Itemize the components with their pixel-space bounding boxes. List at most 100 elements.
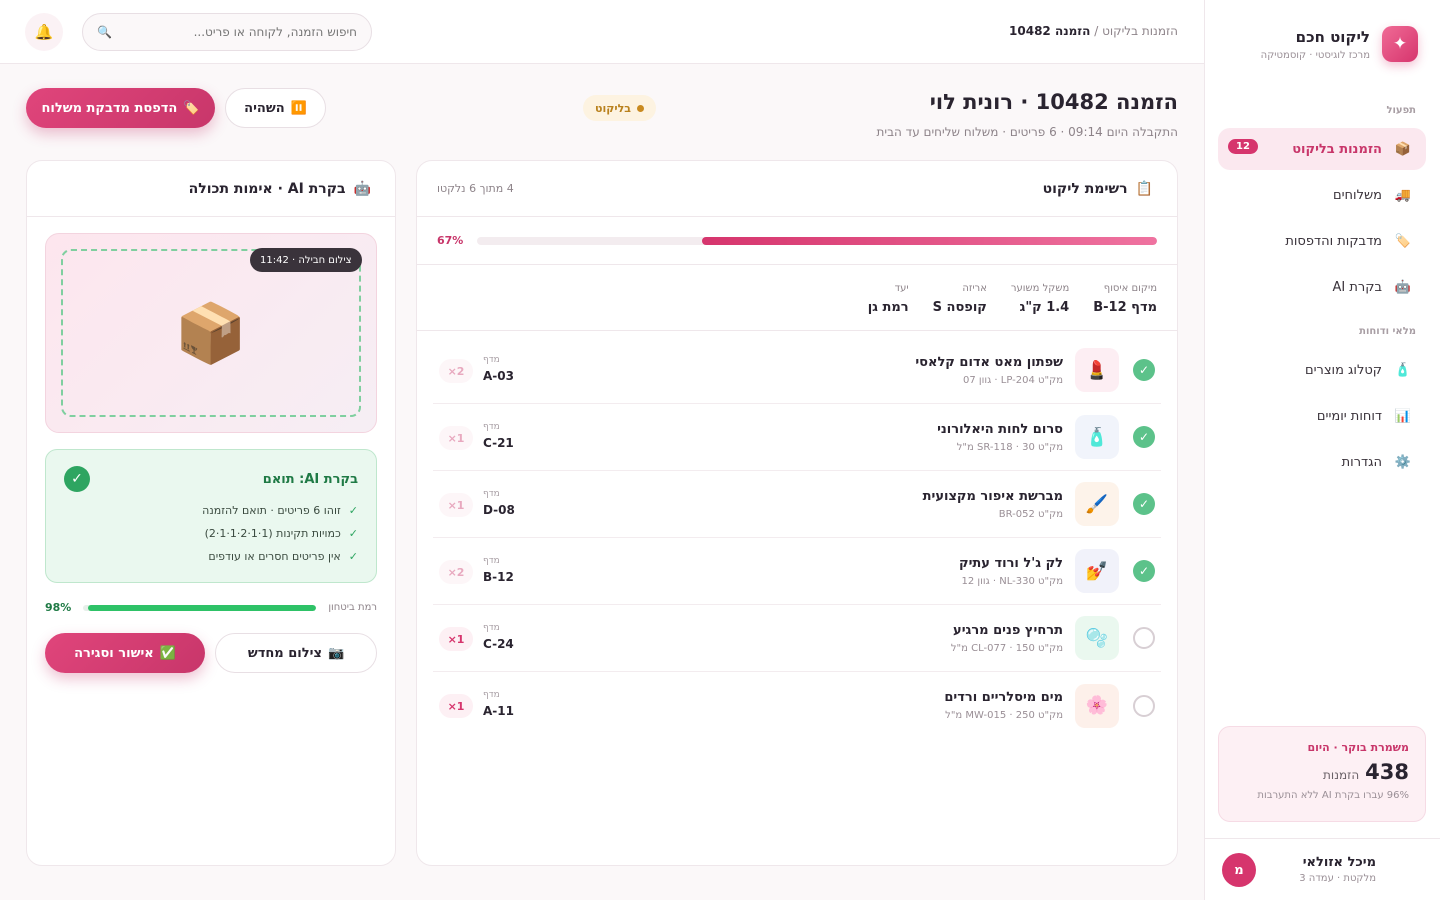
shift-note: 96% עברו בקרת AI ללא התערבות (1257, 790, 1409, 801)
confidence-percent: 98% (45, 601, 72, 614)
approve-close-button[interactable]: ✅ אישור וסגירה (45, 633, 205, 673)
sidebar-item-label: הזמנות בליקוט (1292, 141, 1382, 157)
confidence-meter: רמת ביטחון 98% (45, 601, 377, 614)
brand-name: ליקוט חכם (1295, 27, 1370, 46)
checked-circle-icon[interactable]: ✓ (1133, 560, 1155, 582)
camera-icon: 📷 (327, 645, 345, 661)
approve-label-text: אישור וסגירה (74, 645, 154, 661)
checked-circle-icon[interactable]: ✓ (1133, 426, 1155, 448)
item-name: מים מיסלריים ורדים (944, 690, 1063, 705)
item-sku: מק"ט SR-118 · 30 מ"ל (956, 441, 1063, 453)
table-row[interactable]: 🫧 תרחיץ פנים מרגיע מק"ט CL-077 · 150 מ"ל מד… (433, 605, 1161, 672)
checked-circle-icon[interactable]: ✓ (1133, 359, 1155, 381)
package-box-icon: 📦 (174, 298, 248, 367)
unchecked-circle-icon[interactable] (1133, 627, 1155, 649)
sidebar-item-reports[interactable]: 📊 דוחות יומיים (1218, 395, 1426, 437)
shelf-code: D-08 (483, 503, 515, 517)
confidence-fill (88, 604, 317, 611)
brand-subtitle: מרכז לוגיסטי · קוסמטיקה (1260, 49, 1370, 61)
nav-section-inventory: מלאי ודוחות (1359, 326, 1416, 337)
item-sku: מק"ט CL-077 · 150 מ"ל (950, 642, 1063, 654)
user-profile[interactable]: מיכל אזולאי מלקטת · עמדה 3 מ (1204, 838, 1440, 900)
package-photo[interactable]: 📦 צילום חבילה · 11:42 (45, 233, 377, 433)
sidebar-item-catalog[interactable]: 🧴 קטלוג מוצרים (1218, 349, 1426, 391)
list-item: ✓ כמויות תקינות (1·1·2·1·1·2) (204, 527, 358, 540)
ai-verdict-title: בקרת AI: תואם (262, 471, 358, 487)
retake-photo-button[interactable]: 📷 צילום מחדש (215, 633, 377, 673)
package-icon: 📦 (1394, 141, 1412, 157)
user-name: מיכל אזולאי (1302, 855, 1376, 870)
pause-button[interactable]: ⏸️ השהיה (225, 88, 326, 128)
table-row[interactable]: 🌸 מים מיסלריים ורדים מק"ט MW-015 · 250 מ"ל… (433, 672, 1161, 739)
sidebar-item-label: משלוחים (1333, 187, 1382, 203)
sidebar-item-picking-orders[interactable]: 📦 הזמנות בליקוט 12 (1218, 128, 1426, 170)
bar-chart-icon: 📊 (1394, 408, 1412, 424)
search-input[interactable] (119, 25, 357, 39)
pick-progress-bar (477, 236, 1157, 245)
confidence-label: רמת ביטחון (328, 602, 377, 613)
topbar: הזמנות בליקוט / הזמנה 10482 🔍 🔔 (0, 0, 1204, 64)
robot-icon: 🤖 (353, 180, 371, 197)
shelf-label: מדף (483, 355, 500, 365)
unchecked-circle-icon[interactable] (1133, 694, 1155, 717)
product-thumbnail: 🖌️ (1075, 482, 1119, 526)
check-circle-icon: ✓ (64, 466, 90, 492)
list-item: ✓ זוהו 6 פריטים · תואם להזמנה (202, 504, 358, 517)
quantity-badge: 1× (439, 694, 473, 718)
order-specs: מיקום איסוף מדף B-12 משקל משוער 1.4 ק"ג … (417, 265, 1177, 331)
breadcrumb: הזמנות בליקוט / הזמנה 10482 (1009, 24, 1178, 38)
sidebar-item-shipments[interactable]: 🚚 משלוחים (1218, 174, 1426, 216)
table-row[interactable]: ✓ 💅 לק ג'ל ורוד עתיק מק"ט NL-330 · גוון 12 מ… (433, 538, 1161, 605)
item-name: מברשת איפור מקצועית (922, 488, 1063, 504)
pick-counter: 4 מתוך 6 נלקטו (437, 182, 514, 195)
spec-weight: משקל משוער 1.4 ק"ג (1010, 283, 1070, 315)
user-role: מלקטת · עמדה 3 (1299, 873, 1376, 884)
checkbox-check-icon: ✅ (159, 645, 176, 661)
nav-section-operations: תפעול (1386, 105, 1416, 116)
sidebar-item-ai-control[interactable]: 🤖 בקרת AI (1218, 266, 1426, 308)
sidebar: ✦ ליקוט חכם מרכז לוגיסטי · קוסמטיקה תפעו… (1204, 0, 1440, 900)
shelf-code: B-12 (483, 570, 514, 584)
notification-bell-icon[interactable]: 🔔 (25, 13, 63, 51)
spec-destination: יעד רמת גן (867, 283, 909, 315)
clipboard-icon: 📋 (1135, 180, 1153, 197)
shelf-label: מדף (483, 489, 500, 499)
ai-card-title: בקרת AI · אימות תכולה (188, 180, 346, 197)
sidebar-item-label: דוחות יומיים (1316, 408, 1382, 424)
breadcrumb-current: הזמנה 10482 (1009, 24, 1091, 38)
print-label-button[interactable]: 🏷️ הדפסת מדבקת משלוח (26, 88, 215, 128)
sidebar-item-label: הגדרות (1341, 454, 1382, 470)
pick-list-title: רשימת ליקוט (1042, 180, 1128, 197)
search-icon: 🔍 (97, 25, 112, 39)
quantity-badge: 2× (439, 359, 473, 383)
quantity-badge: 1× (439, 493, 473, 517)
shelf-label: מדף (483, 556, 500, 566)
checkmark-icon: ✓ (348, 504, 358, 517)
table-row[interactable]: ✓ 🖌️ מברשת איפור מקצועית מק"ט BR-052 מדף D-08… (433, 471, 1161, 538)
breadcrumb-parent[interactable]: הזמנות בליקוט (1102, 24, 1178, 38)
sidebar-item-settings[interactable]: ⚙️ הגדרות (1218, 441, 1426, 483)
spec-packaging: אריזה קופסה S (932, 283, 987, 315)
retake-label-text: צילום מחדש (247, 645, 322, 661)
sparkle-logo-icon: ✦ (1382, 26, 1418, 62)
checked-circle-icon[interactable]: ✓ (1133, 493, 1155, 515)
ai-verdict-panel: בקרת AI: תואם ✓ ✓ זוהו 6 פריטים · תואם לה… (45, 449, 377, 583)
checkmark-icon: ✓ (348, 527, 358, 540)
pick-list-card: 📋 רשימת ליקוט 4 מתוך 6 נלקטו 67% מיקום א… (416, 160, 1178, 866)
print-label-text: הדפסת מדבקת משלוח (41, 100, 178, 116)
shelf-code: C-21 (483, 436, 514, 450)
shelf-label: מדף (483, 422, 500, 432)
product-thumbnail: 🧴 (1075, 415, 1119, 459)
sidebar-item-labels[interactable]: 🏷️ מדבקות והדפסות (1218, 220, 1426, 262)
breadcrumb-separator: / (1094, 24, 1099, 38)
pause-label-text: השהיה (244, 100, 285, 116)
brand[interactable]: ✦ ליקוט חכם מרכז לוגיסטי · קוסמטיקה (1261, 26, 1418, 62)
table-row[interactable]: ✓ 🧴 סרום לחות היאלורוני מק"ט SR-118 · 30 מ"… (433, 404, 1161, 471)
quantity-badge: 1× (439, 426, 473, 450)
status-text: בליקוט (595, 101, 631, 115)
product-thumbnail: 💅 (1075, 549, 1119, 593)
robot-icon: 🤖 (1394, 279, 1412, 295)
item-sku: מק"ט MW-015 · 250 מ"ל (945, 710, 1063, 721)
search-box[interactable]: 🔍 (82, 13, 372, 51)
table-row[interactable]: ✓ 💄 שפתון מאט אדום קלאסי מק"ט LP-204 · גוון… (433, 337, 1161, 404)
